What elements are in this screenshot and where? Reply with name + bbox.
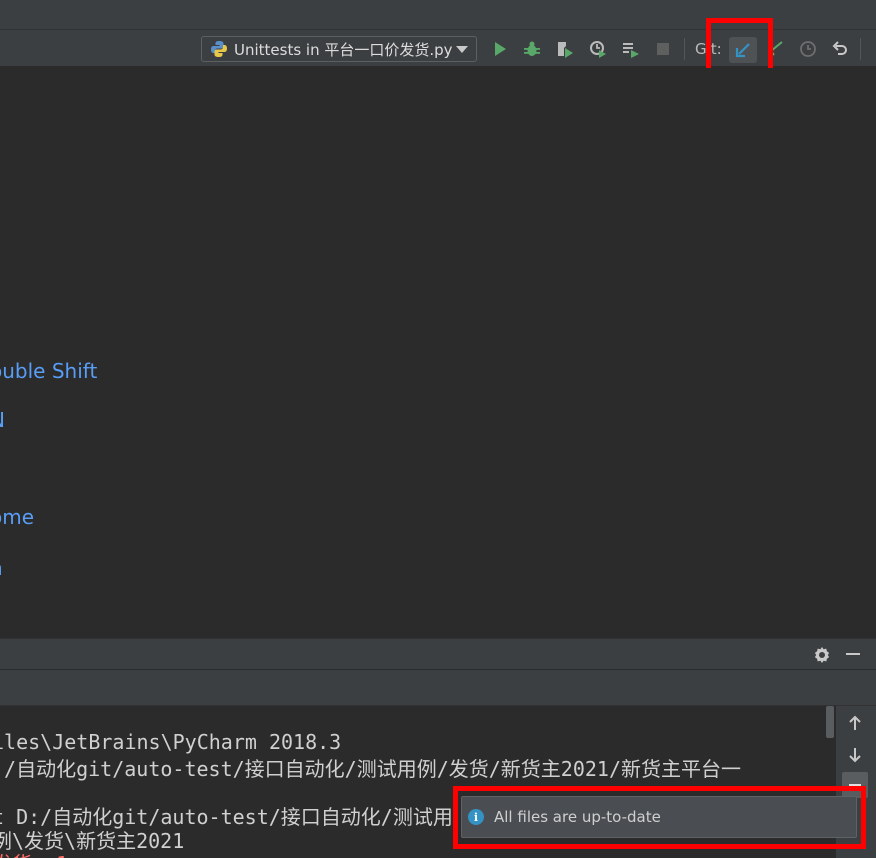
run-tab-strip [0,670,876,706]
update-project-button[interactable] [729,37,757,63]
minimize-icon [846,653,860,655]
show-history-button[interactable] [797,38,819,60]
arrow-up-icon [849,715,861,730]
run-with-coverage-button[interactable] [554,38,576,60]
gear-icon[interactable] [812,645,832,665]
notification-message: All files are up-to-date [494,808,661,826]
stop-button[interactable] [652,38,674,60]
console-line-error: 发货 1 [0,848,68,858]
arrow-down-icon [849,748,861,763]
soft-wrap-button[interactable] [842,772,868,798]
scroll-down-button[interactable] [842,742,868,768]
toolbar-separator [860,38,861,60]
welcome-hint-go-to-file[interactable]: N [0,408,5,432]
toolbar-separator [684,38,685,60]
coverage-icon [558,42,573,58]
run-configuration-dropdown[interactable]: Unittests in 平台一口价发货.py [201,36,477,62]
profiler-icon [590,41,606,58]
chevron-down-icon [456,45,468,53]
arrow-down-left-icon [735,43,750,58]
welcome-hint-search-everywhere[interactable]: ouble Shift [0,359,97,383]
run-icon [495,42,506,56]
welcome-hint-navigation-bar[interactable]: ome [0,505,34,529]
bug-icon [524,41,540,56]
debug-button[interactable] [521,38,543,60]
scroll-up-button[interactable] [842,710,868,736]
undo-icon [832,41,847,55]
run-concurrency-button[interactable] [620,38,642,60]
checkmark-icon [770,41,783,56]
notification-balloon[interactable]: i All files are up-to-date [461,796,857,838]
run-tool-window-header [0,638,876,670]
stop-icon [657,43,669,55]
run-configuration-label: Unittests in 平台一口价发货.py [234,40,453,59]
git-label: Git: [695,40,722,58]
menu-bar [0,0,876,30]
console-scrollbar-thumb[interactable] [826,706,834,738]
console-line: iles\JetBrains\PyCharm 2018.3 [0,730,342,754]
run-button[interactable] [489,38,511,60]
commit-button[interactable] [766,38,788,60]
clock-icon [800,41,816,57]
python-icon [211,41,227,57]
editor-empty-area: ouble Shift N ome n [0,68,876,638]
wrap-lines-icon [849,784,861,786]
main-toolbar: Unittests in 平台一口价发货.py Git: [0,30,876,67]
welcome-hint-drop-files[interactable]: n [0,556,3,580]
rollback-button[interactable] [829,38,851,60]
profile-button[interactable] [587,38,609,60]
info-icon: i [468,809,484,825]
console-line: :/自动化git/auto-test/接口自动化/测试用例/发货/新货主2021… [0,757,741,781]
list-run-icon [623,43,639,58]
